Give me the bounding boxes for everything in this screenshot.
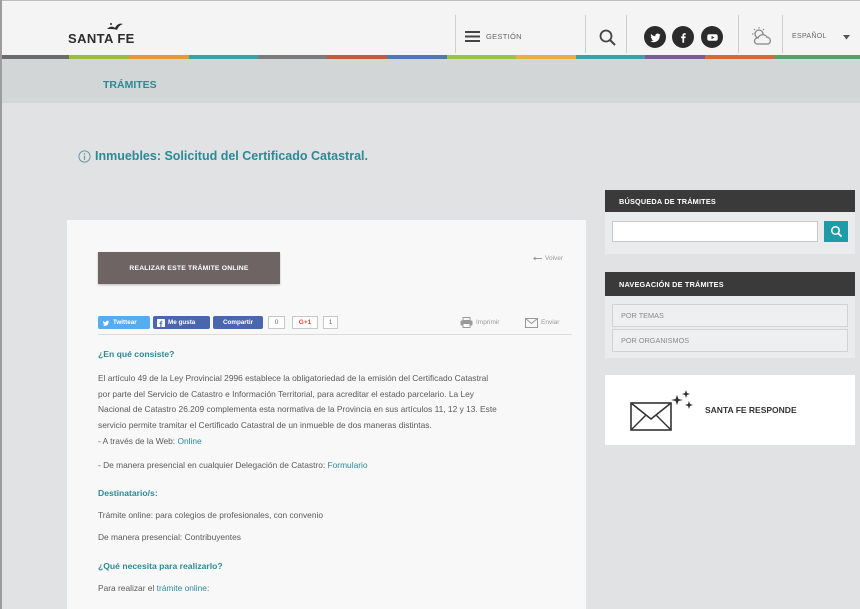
divider bbox=[98, 334, 572, 335]
formulario-link[interactable]: Formulario bbox=[328, 460, 368, 470]
requirements-intro: Para realizar el trámite online: bbox=[98, 583, 209, 593]
nav-panel-title: NAVEGACIÓN DE TRÁMITES bbox=[605, 272, 855, 296]
search-button[interactable] bbox=[824, 221, 848, 242]
info-icon bbox=[78, 150, 91, 163]
header-divider bbox=[782, 15, 783, 53]
option-web: - A través de la Web: Online bbox=[98, 436, 202, 446]
nav-item-por-temas[interactable]: POR TEMAS bbox=[612, 304, 848, 327]
email-link[interactable]: Enviar bbox=[525, 316, 559, 329]
paragraph-line: El artículo 49 de la Ley Provincial 2996… bbox=[98, 373, 489, 383]
intro-suffix: : bbox=[206, 583, 210, 593]
print-link[interactable]: Imprimir bbox=[460, 316, 499, 329]
back-link-label: Volver bbox=[545, 255, 564, 262]
nav-item-por-organismos[interactable]: POR ORGANISMOS bbox=[612, 329, 848, 352]
intro-text: Para realizar el bbox=[98, 583, 157, 593]
like-label: Me gusta bbox=[168, 319, 196, 326]
online-procedure-button[interactable]: REALIZAR ESTE TRÁMITE ONLINE bbox=[98, 252, 280, 284]
paragraph-line: Nacional de Catastro 26.209 complementa … bbox=[98, 404, 497, 414]
page-title: Inmuebles: Solicitud del Certificado Cat… bbox=[95, 149, 368, 163]
recipient-line: De manera presencial: Contribuyentes bbox=[98, 532, 241, 542]
window-edge bbox=[0, 0, 2, 609]
envelope-birds-icon bbox=[630, 390, 693, 431]
paragraph-line: servicio permite tramitar el Certificado… bbox=[98, 419, 432, 430]
share-button[interactable]: Compartir bbox=[213, 316, 263, 329]
youtube-icon[interactable] bbox=[701, 26, 723, 48]
search-icon[interactable] bbox=[598, 28, 617, 47]
facebook-icon bbox=[157, 318, 165, 327]
language-selector[interactable]: ESPAÑOL bbox=[792, 33, 827, 40]
tweet-label: Twittear bbox=[113, 319, 137, 326]
page: SANTA FE GESTIÓN ESPAÑOL TRÁMITES Inmueb… bbox=[0, 0, 860, 609]
tweet-button[interactable]: Twittear bbox=[98, 316, 150, 329]
tramite-online-link[interactable]: trámite online bbox=[157, 583, 207, 593]
paragraph-line: por parte del Servicio de Catastro e Inf… bbox=[98, 388, 474, 399]
print-label: Imprimir bbox=[476, 319, 500, 326]
twitter-icon bbox=[102, 320, 110, 326]
section-band: TRÁMITES bbox=[0, 59, 860, 103]
header-divider bbox=[738, 15, 739, 53]
twitter-icon[interactable] bbox=[644, 26, 666, 48]
option-text: - A través de la Web: bbox=[98, 436, 178, 446]
printer-icon bbox=[460, 317, 473, 328]
search-panel-title: BÚSQUEDA DE TRÁMITES bbox=[605, 190, 855, 212]
menu-icon[interactable] bbox=[465, 31, 480, 42]
share-label: Compartir bbox=[222, 319, 254, 326]
envelope-icon bbox=[525, 317, 538, 328]
like-button[interactable]: Me gusta bbox=[153, 316, 210, 329]
online-link[interactable]: Online bbox=[177, 436, 201, 446]
recipient-line: Trámite online: para colegios de profesi… bbox=[98, 510, 324, 520]
description-paragraph: El artículo 49 de la Ley Provincial 2996… bbox=[98, 371, 497, 433]
content-card: REALIZAR ESTE TRÁMITE ONLINE Volver Twit… bbox=[67, 220, 586, 609]
logo-bird-icon bbox=[107, 23, 123, 30]
section-heading: ¿Qué necesita para realizarlo? bbox=[98, 561, 223, 571]
share-count: 0 bbox=[268, 316, 285, 329]
search-input[interactable] bbox=[612, 221, 818, 242]
header-divider bbox=[626, 15, 627, 53]
chevron-down-icon[interactable] bbox=[843, 35, 850, 40]
back-link[interactable]: Volver bbox=[533, 255, 563, 262]
menu-gestion-link[interactable]: GESTIÓN bbox=[486, 32, 522, 41]
header-divider bbox=[455, 15, 456, 53]
section-title[interactable]: TRÁMITES bbox=[103, 79, 157, 91]
section-heading: Destinatario/s: bbox=[98, 488, 158, 498]
email-label: Enviar bbox=[541, 319, 560, 326]
back-arrow-icon bbox=[533, 256, 542, 261]
site-logo[interactable]: SANTA FE bbox=[68, 31, 135, 46]
section-heading: ¿En qué consiste? bbox=[98, 349, 175, 359]
header-divider bbox=[585, 15, 586, 53]
option-text: - De manera presencial en cualquier Dele… bbox=[98, 460, 328, 470]
santa-fe-responde-banner[interactable]: SANTA FE RESPONDE bbox=[605, 375, 855, 445]
responde-label: SANTA FE RESPONDE bbox=[705, 405, 797, 415]
gplus-button[interactable]: G+1 bbox=[292, 316, 318, 329]
search-icon bbox=[830, 225, 842, 238]
option-presencial: - De manera presencial en cualquier Dele… bbox=[98, 460, 368, 470]
facebook-icon[interactable] bbox=[672, 26, 694, 48]
site-header: SANTA FE GESTIÓN ESPAÑOL bbox=[0, 0, 860, 55]
gplus-count: 1 bbox=[323, 316, 338, 329]
weather-icon[interactable] bbox=[750, 26, 774, 48]
